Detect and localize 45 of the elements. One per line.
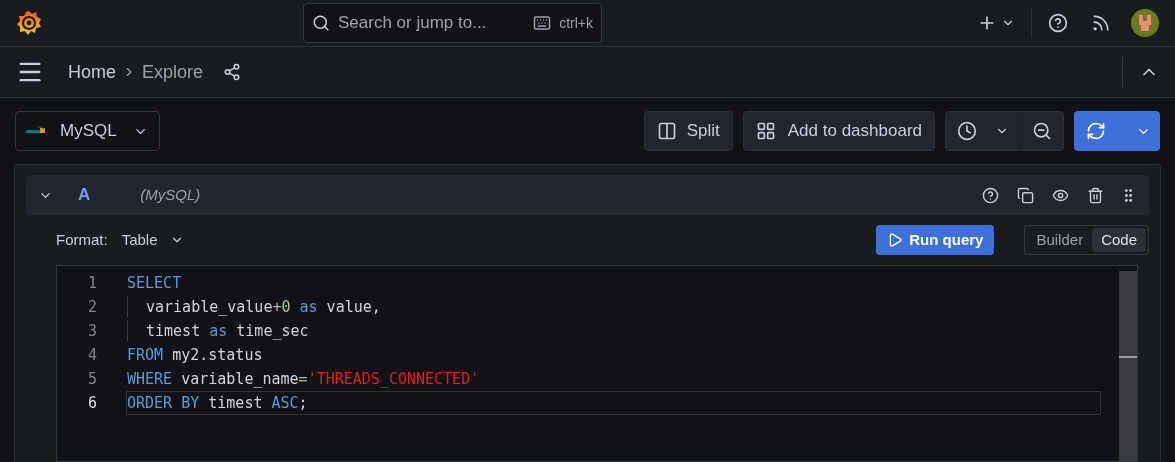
rss-icon[interactable] — [1091, 13, 1111, 33]
line-number: 4 — [86, 344, 97, 366]
line-number: 1 — [86, 272, 97, 294]
code-line: FROM my2.status — [126, 344, 264, 366]
avatar-icon[interactable] — [1131, 9, 1159, 37]
line-number: 6 — [86, 392, 97, 414]
play-icon — [887, 232, 904, 248]
line-number: 5 — [86, 368, 97, 390]
run-query-button[interactable]: Run query — [876, 225, 995, 255]
breadcrumb-link[interactable]: Home — [68, 58, 116, 86]
help-icon[interactable] — [1048, 13, 1068, 33]
keyboard-icon — [533, 14, 552, 32]
add-to-dashboard-button[interactable]: Add to dashboard — [742, 111, 935, 151]
shortcut-hint: ctrl+k — [559, 13, 593, 33]
logo-icon[interactable] — [16, 9, 42, 37]
code-editor[interactable]: 1 SELECT 2 variable_value+0 as value, 3 timest as time_sec 4 FROM my2.status 5 WHERE variable_name='THREADS_CONNECTED' 6 ORDER BY timest ASC; — [56, 265, 1138, 462]
share-icon[interactable] — [223, 63, 242, 81]
line-number: 3 — [86, 320, 97, 342]
code-line: WHERE variable_name='THREADS_CONNECTED' — [126, 368, 481, 390]
line-number: 2 — [86, 296, 97, 318]
code-line: SELECT — [126, 272, 183, 294]
datasource-logo-icon — [26, 126, 46, 136]
copy-icon[interactable] — [1017, 186, 1034, 204]
refresh-icon — [1086, 121, 1106, 141]
columns-icon — [656, 121, 677, 141]
datasource-picker[interactable]: MySQL — [15, 111, 160, 151]
delete-icon[interactable] — [1087, 186, 1104, 204]
query-ref[interactable]: A — [78, 182, 91, 208]
clock-icon — [957, 121, 977, 141]
zoom-out-icon — [1032, 121, 1052, 141]
scrollbar[interactable] — [1119, 271, 1137, 461]
mode-tab[interactable]: Builder — [1027, 228, 1093, 252]
split-button[interactable]: Split — [643, 111, 733, 151]
search-input: Search or jump to... — [338, 10, 526, 36]
format-select[interactable]: Table — [121, 228, 184, 252]
format-label: Format: — [56, 229, 108, 250]
code-line: timest as time_sec — [126, 319, 1101, 343]
query-datasource: (MySQL) — [140, 184, 201, 205]
help-icon[interactable] — [982, 186, 999, 204]
search-field[interactable]: Search or jump to... ctrl+k — [303, 3, 602, 43]
search-icon — [312, 14, 330, 32]
mode-tab[interactable]: Code — [1092, 228, 1146, 252]
code-line: variable_value+0 as value, — [126, 295, 1101, 319]
breadcrumb-link[interactable]: Explore — [142, 58, 204, 86]
grid-icon — [755, 121, 776, 141]
